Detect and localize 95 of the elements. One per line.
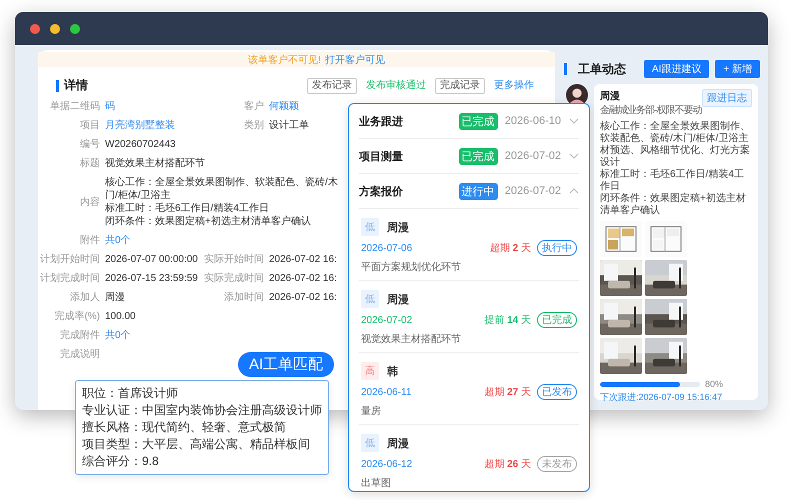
- due-date: 2026-06-12: [361, 458, 412, 470]
- status-pill: 已完成: [537, 312, 577, 328]
- field-label: 实际完成时间: [204, 272, 264, 285]
- field-label: 添加人: [69, 291, 100, 304]
- close-icon[interactable]: [30, 24, 40, 34]
- task-description: 视觉效果主材搭配环节: [361, 332, 462, 346]
- status-pill: 已发布: [537, 384, 577, 400]
- field-label: 计划开始时间: [40, 253, 100, 266]
- field-label: 计划完成时间: [40, 272, 100, 285]
- priority-tag: 低: [361, 290, 379, 308]
- field-value: 2026-07-07 00:00:00: [105, 254, 198, 265]
- assignee-name: 韩: [387, 364, 398, 378]
- task-description: 量房: [361, 404, 382, 418]
- header-button[interactable]: + 新增: [715, 60, 760, 78]
- note-text: 闭环条件：效果图定稿+初选主材清单客户确认: [600, 193, 747, 217]
- field-label: 客户: [243, 100, 264, 113]
- action-button[interactable]: 发布记录: [307, 78, 357, 94]
- field-label: 附件: [79, 234, 100, 247]
- field-label: 完成附件: [59, 329, 100, 342]
- field-label: 类别: [243, 119, 264, 132]
- content-line: 核心工作：全屋全景效果图制作、软装配色、瓷砖/木门/柜体/卫浴主: [105, 176, 339, 202]
- field-label: 标题: [79, 157, 100, 170]
- field-label: 编号: [79, 138, 100, 151]
- timing-text: 超期 26 天: [484, 458, 531, 471]
- field-link[interactable]: 月亮湾别墅整装: [105, 120, 175, 131]
- log-button[interactable]: 跟进日志: [702, 89, 752, 107]
- note-text: 核心工作：全屋全景效果图制作、软装配色、瓷砖/木门/柜体/卫浴主材预选、风格细节优化、灯光方案设计: [600, 121, 751, 168]
- field-value: 视觉效果主材搭配环节: [105, 158, 205, 169]
- field-value: 2026-07-15 23:59:59: [105, 273, 198, 284]
- accent-bar: [564, 63, 567, 75]
- field-value: 2026-07-02 16:: [269, 273, 337, 284]
- timing-text: 超期 2 天: [490, 242, 531, 255]
- timing-text: 超期 27 天: [484, 386, 531, 399]
- due-date: 2026-06-11: [361, 386, 412, 398]
- field-link[interactable]: 共0个: [105, 235, 131, 246]
- stage-title[interactable]: 项目测量: [359, 148, 403, 164]
- status-badge: 已完成: [458, 148, 498, 164]
- content-line: 闭环条件：效果图定稿+初选主材清单客户确认: [105, 215, 312, 228]
- tooltip-line: 专业认证：中国室内装饰协会注册高级设计师: [82, 402, 322, 419]
- field-link[interactable]: 共0个: [105, 330, 131, 341]
- accent-bar: [56, 80, 59, 92]
- field-label: 内容: [79, 196, 100, 208]
- stage-date: 2026-07-02: [504, 185, 561, 197]
- status-pill: 执行中: [537, 240, 577, 256]
- due-date: 2026-07-02: [361, 314, 412, 326]
- field-label: 项目: [79, 119, 100, 132]
- tooltip-line: 项目类型：大平层、高端公寓、精品样板间: [82, 436, 311, 453]
- section-title: 详情: [64, 77, 88, 94]
- next-follow-up: 下次跟进:2026-07-09 15:16:47: [600, 391, 724, 404]
- ai-match-tag[interactable]: AI工单匹配: [238, 352, 334, 377]
- tooltip-line: 擅长风格：现代简约、轻奢、意式极简: [82, 419, 287, 436]
- field-link[interactable]: 何颖颖: [269, 101, 299, 112]
- status-badge: 进行中: [458, 182, 498, 200]
- assignee-name: 周漫: [387, 436, 409, 450]
- panel-title: 工单动态: [578, 60, 626, 78]
- action-button[interactable]: 完成记录: [435, 78, 485, 94]
- assignee-name: 周漫: [387, 220, 409, 234]
- field-label: 实际开始时间: [204, 253, 264, 266]
- field-value: 100.00: [105, 311, 136, 322]
- note-text: 标准工时：毛坯6工作日/精装4工作日: [600, 169, 745, 192]
- field-link[interactable]: 码: [105, 101, 115, 112]
- tooltip-line: 综合评分：9.8: [82, 453, 160, 470]
- author-department: 金融城业务部-权限不要动: [600, 104, 702, 117]
- field-value: 周漫: [105, 292, 125, 303]
- stage-date: 2026-06-10: [504, 115, 561, 127]
- stage-title[interactable]: 业务跟进: [359, 114, 403, 128]
- notice-text: 该单客户不可见!: [248, 54, 321, 66]
- timing-text: 提前 14 天: [484, 314, 531, 327]
- due-date: 2026-07-06: [361, 242, 412, 254]
- task-description: 出草图: [361, 476, 392, 490]
- assignee-name: 周漫: [387, 292, 409, 306]
- status-pill: 未发布: [537, 456, 577, 472]
- priority-tag: 低: [361, 434, 379, 452]
- field-label: 完成说明: [59, 348, 100, 361]
- field-value: 2026-07-02 16:: [269, 254, 337, 265]
- author-name: 周漫: [600, 90, 621, 103]
- stage-title[interactable]: 方案报价: [359, 184, 403, 198]
- minimize-icon[interactable]: [50, 24, 60, 34]
- priority-tag: 低: [361, 218, 379, 236]
- header-button[interactable]: AI跟进建议: [644, 60, 710, 78]
- visibility-link[interactable]: 打开客户可见: [324, 52, 385, 66]
- task-description: 平面方案规划优化环节: [361, 260, 462, 274]
- field-value: 2026-07-02 16:: [269, 292, 337, 303]
- field-value: 设计工单: [269, 120, 309, 131]
- maximize-icon[interactable]: [70, 24, 80, 34]
- content-line: 标准工时：毛坯6工作日/精装4工作日: [105, 202, 270, 215]
- priority-tag: 高: [361, 362, 379, 380]
- field-label: 完成率(%): [53, 310, 100, 323]
- field-label: 单据二维码: [49, 100, 100, 113]
- progress-reading: 80%: [705, 379, 724, 389]
- field-label: 添加时间: [223, 291, 264, 304]
- field-value: W20260702443: [105, 139, 176, 150]
- status-badge: 已完成: [458, 112, 498, 130]
- stage-date: 2026-07-02: [504, 150, 561, 162]
- tooltip-line: 职位：首席设计师: [82, 385, 179, 402]
